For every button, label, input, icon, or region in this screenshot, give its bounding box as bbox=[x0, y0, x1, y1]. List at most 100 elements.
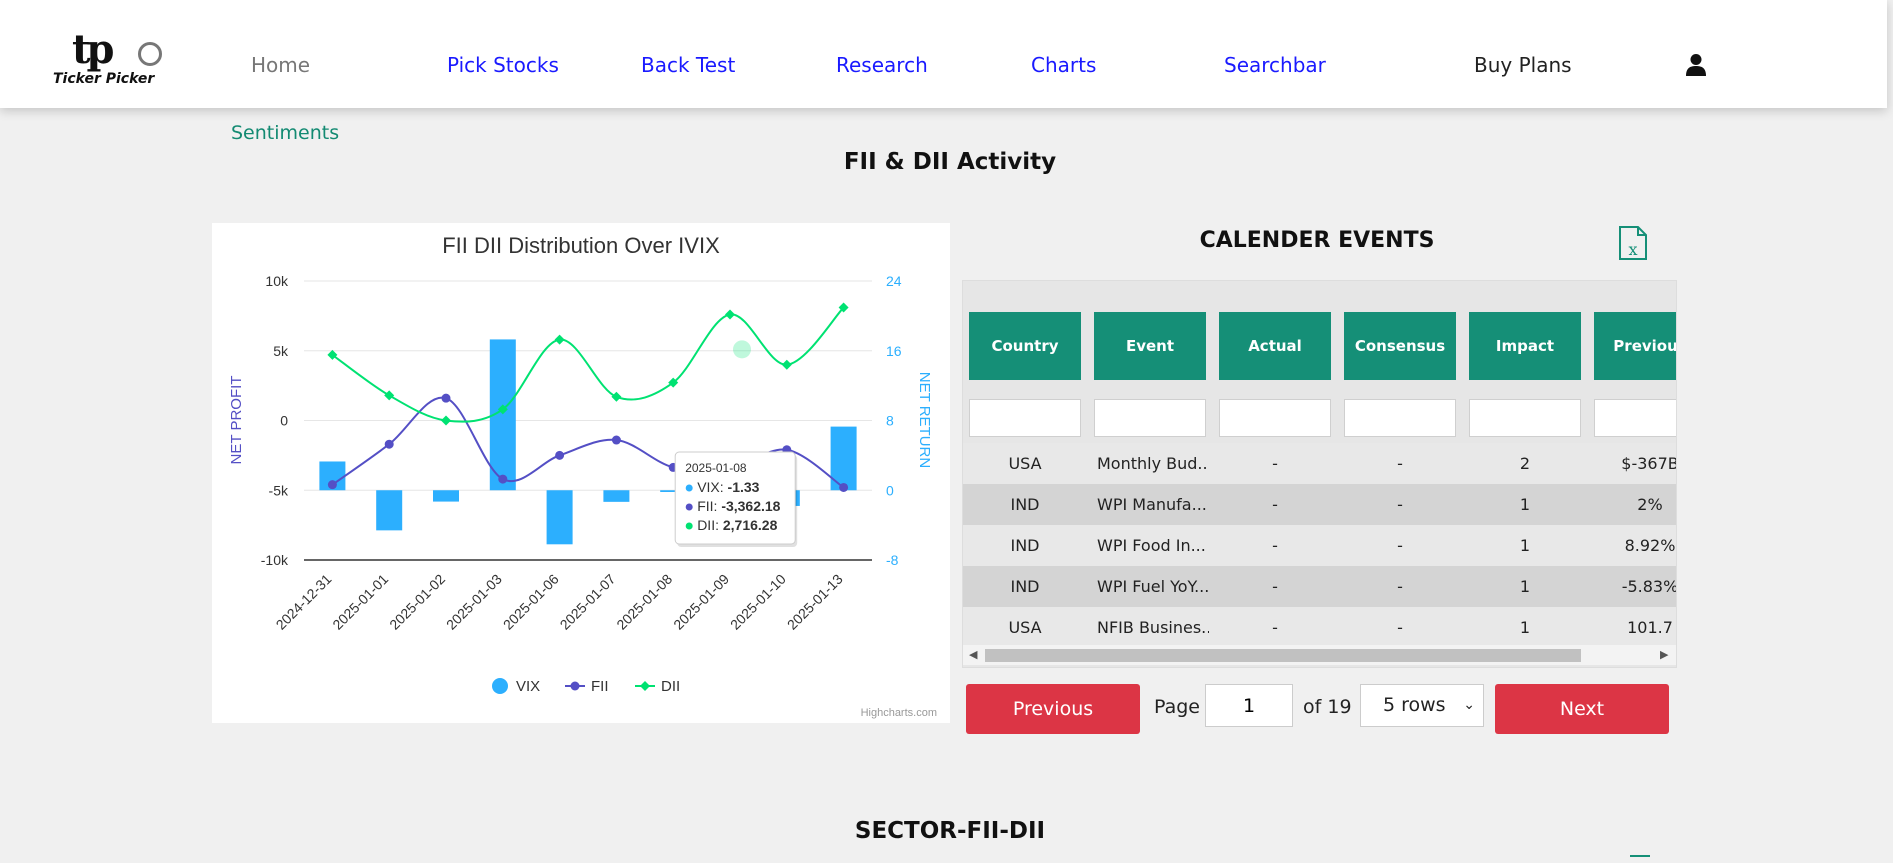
column-filter-actual[interactable] bbox=[1219, 399, 1331, 437]
vix-bar[interactable] bbox=[376, 490, 403, 531]
fii-point[interactable] bbox=[611, 435, 621, 445]
y-axis-right-label: NET RETURN bbox=[916, 372, 933, 468]
fii-point[interactable] bbox=[839, 482, 849, 492]
scroll-left-icon[interactable]: ◀ bbox=[969, 648, 977, 661]
next-button[interactable]: Next bbox=[1495, 684, 1669, 734]
fii-point[interactable] bbox=[498, 474, 508, 484]
chart-title: FII DII Distribution Over IVIX bbox=[442, 233, 720, 258]
table-cell-event: WPI Food In... bbox=[1097, 536, 1206, 555]
vix-bar[interactable] bbox=[546, 490, 573, 545]
column-header-country[interactable]: Country bbox=[969, 312, 1081, 380]
magnifier-icon bbox=[138, 42, 162, 66]
column-header-impact[interactable]: Impact bbox=[1469, 312, 1581, 380]
column-filter-impact[interactable] bbox=[1469, 399, 1581, 437]
y-right-tick-label: 24 bbox=[886, 273, 902, 289]
y-left-tick-label: -5k bbox=[269, 482, 289, 498]
legend-label[interactable]: VIX bbox=[516, 678, 540, 695]
tooltip-line: FII: -3,362.18 bbox=[697, 498, 780, 514]
table-cell-consensus: - bbox=[1397, 536, 1403, 555]
table-cell-event: NFIB Busines... bbox=[1097, 618, 1209, 637]
dii-point[interactable] bbox=[725, 309, 735, 320]
hover-halo bbox=[733, 340, 751, 359]
x-tick-label: 2025-01-09 bbox=[670, 571, 732, 633]
nav-searchbar[interactable]: Searchbar bbox=[1224, 52, 1326, 78]
dii-point[interactable] bbox=[441, 415, 451, 426]
legend-label[interactable]: DII bbox=[661, 678, 680, 695]
table-cell-event: Monthly Bud... bbox=[1097, 454, 1209, 473]
ticker-picker-logo[interactable]: tp Ticker Picker bbox=[50, 26, 195, 87]
tooltip-line: DII: 2,716.28 bbox=[697, 517, 777, 533]
dii-point[interactable] bbox=[384, 390, 395, 401]
nav-home[interactable]: Home bbox=[251, 52, 310, 78]
x-tick-label: 2025-01-02 bbox=[386, 571, 448, 633]
dii-point[interactable] bbox=[611, 391, 622, 402]
column-filter-previous[interactable] bbox=[1594, 399, 1676, 437]
excel-icon[interactable] bbox=[1630, 855, 1650, 863]
previous-button[interactable]: Previous bbox=[966, 684, 1140, 734]
table-pagination: Previous Page of 19 5 rows ⌄ Next bbox=[962, 668, 1675, 736]
x-tick-label: 2025-01-10 bbox=[727, 571, 789, 633]
user-icon[interactable] bbox=[1685, 53, 1707, 77]
logo-text: Ticker Picker bbox=[53, 71, 155, 87]
vix-bar[interactable] bbox=[433, 490, 459, 502]
legend-marker[interactable] bbox=[492, 678, 508, 694]
nav-buy-plans[interactable]: Buy Plans bbox=[1474, 52, 1572, 78]
nav-research[interactable]: Research bbox=[836, 52, 928, 78]
table-cell-event: WPI Fuel YoY... bbox=[1097, 577, 1209, 596]
dii-line bbox=[331, 306, 845, 423]
y-right-tick-label: 16 bbox=[886, 343, 902, 359]
table-row[interactable]: USA NFIB Busines... - - 1 101.7 bbox=[963, 607, 1676, 648]
excel-icon[interactable]: x bbox=[1618, 226, 1648, 260]
column-filter-consensus[interactable] bbox=[1344, 399, 1456, 437]
page-label: Page bbox=[1154, 696, 1200, 718]
logo-mark: tp bbox=[72, 26, 115, 73]
page-number-input[interactable] bbox=[1205, 684, 1293, 727]
scroll-right-icon[interactable]: ▶ bbox=[1660, 648, 1668, 661]
fii-point[interactable] bbox=[327, 480, 337, 490]
column-filter-country[interactable] bbox=[969, 399, 1081, 437]
table-cell-actual: - bbox=[1272, 495, 1278, 514]
fii-point[interactable] bbox=[555, 450, 565, 460]
nav-back-test[interactable]: Back Test bbox=[641, 52, 735, 78]
y-right-tick-label: 8 bbox=[886, 413, 894, 429]
table-row[interactable]: USA Monthly Bud... - - 2 $-367B bbox=[963, 443, 1676, 484]
table-cell-country: IND bbox=[1010, 536, 1040, 555]
table-cell-country: IND bbox=[1010, 495, 1040, 514]
table-cell-impact: 2 bbox=[1519, 454, 1531, 473]
column-filter-event[interactable] bbox=[1094, 399, 1206, 437]
breadcrumb[interactable]: Sentiments bbox=[231, 122, 339, 144]
vix-bar[interactable] bbox=[603, 490, 630, 502]
y-left-tick-label: 10k bbox=[265, 273, 289, 289]
table-cell-actual: - bbox=[1272, 618, 1278, 637]
column-header-event[interactable]: Event bbox=[1094, 312, 1206, 380]
fii-point[interactable] bbox=[441, 393, 451, 403]
column-header-consensus[interactable]: Consensus bbox=[1344, 312, 1456, 380]
table-cell-previous: 8.92% bbox=[1624, 536, 1676, 555]
table-cell-country: IND bbox=[1010, 577, 1040, 596]
column-header-actual[interactable]: Actual bbox=[1219, 312, 1331, 380]
dii-point[interactable] bbox=[781, 359, 792, 370]
fii-point[interactable] bbox=[384, 439, 394, 449]
table-row[interactable]: IND WPI Manufa... - - 1 2% bbox=[963, 484, 1676, 525]
rows-per-page-value: 5 rows bbox=[1383, 694, 1446, 716]
calendar-events-table: Country Event Actual Consensus Impact Previo u… bbox=[962, 280, 1677, 668]
horizontal-scrollbar[interactable]: ◀ ▶ bbox=[963, 645, 1676, 665]
x-tick-label: 2025-01-06 bbox=[500, 571, 562, 633]
x-tick-label: 2025-01-01 bbox=[329, 571, 391, 633]
legend-label[interactable]: FII bbox=[591, 678, 609, 695]
dii-point[interactable] bbox=[554, 334, 565, 345]
table-cell-actual: - bbox=[1272, 536, 1278, 555]
table-row[interactable]: IND WPI Fuel YoY... - - 1 -5.83% bbox=[963, 566, 1676, 607]
nav-pick-stocks[interactable]: Pick Stocks bbox=[447, 52, 559, 78]
column-header-previous[interactable]: Previous bbox=[1594, 312, 1676, 380]
table-scroll-area[interactable]: Country Event Actual Consensus Impact Previo u… bbox=[963, 293, 1676, 653]
svg-text:x: x bbox=[1628, 240, 1637, 259]
table-row[interactable]: IND WPI Food In... - - 1 8.92% bbox=[963, 525, 1676, 566]
highcharts-credits[interactable]: Highcharts.com bbox=[861, 707, 937, 719]
x-tick-label: 2025-01-07 bbox=[557, 571, 619, 633]
rows-per-page-select[interactable]: 5 rows ⌄ bbox=[1360, 684, 1484, 727]
sector-fii-dii-title: SECTOR-FII-DII bbox=[854, 818, 1046, 844]
nav-charts[interactable]: Charts bbox=[1031, 52, 1096, 78]
table-cell-country: USA bbox=[1008, 454, 1042, 473]
scrollbar-thumb[interactable] bbox=[985, 649, 1581, 662]
